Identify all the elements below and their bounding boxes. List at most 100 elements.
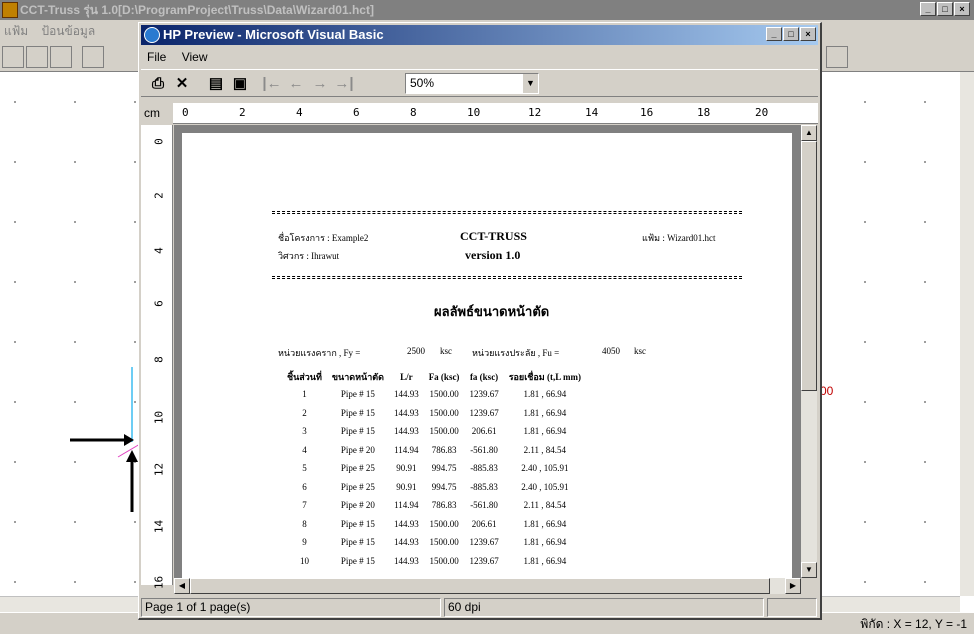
last-page-icon[interactable]: →| (333, 73, 355, 95)
divider (272, 211, 742, 214)
table-cell: 1.81 , 66.94 (523, 555, 567, 566)
page-status: Page 1 of 1 page(s) (141, 598, 441, 617)
table-cell: -885.83 (470, 463, 498, 474)
table-cell: 1239.67 (469, 537, 499, 548)
canvas-red-label: 00 (820, 384, 834, 398)
prev-page-icon[interactable]: ← (285, 73, 307, 95)
table-row: 4 Pipe # 20 114.94 786.83 -561.80 2.11 , 84.5… (282, 441, 586, 460)
section-title: ผลลัพธ์ขนาดหน้าตัด (434, 304, 550, 319)
menu-file[interactable]: แฟ้ม (4, 24, 28, 38)
save-icon[interactable] (50, 46, 72, 68)
ruler-top-tick: 10 (467, 106, 481, 119)
fy-value: 2500 (407, 346, 425, 356)
table-cell: Pipe # 15 (340, 537, 375, 548)
table-cell: -561.80 (470, 444, 498, 455)
printer-icon[interactable]: ⎙ (147, 73, 169, 95)
results-body: 1 Pipe # 15 144.93 1500.00 1239.67 1.81 , 66.… (282, 385, 586, 570)
ruler-top-tick: 4 (296, 106, 303, 119)
report-icon[interactable] (826, 46, 848, 68)
truss-tool-icon[interactable] (82, 46, 104, 68)
properties-icon[interactable]: ▤ (205, 73, 227, 95)
preview-vertical-scrollbar[interactable]: ▲ ▼ (801, 125, 817, 578)
scroll-thumb[interactable] (801, 141, 817, 391)
report-page: ชื่อโครงการ : Example2 CCT-TRUSS แฟ้ม : … (182, 133, 792, 578)
table-cell: Pipe # 15 (340, 389, 375, 400)
main-vertical-scrollbar[interactable] (960, 72, 974, 596)
table-cell: 1500.00 (429, 518, 459, 529)
table-cell: 3 (302, 426, 307, 437)
preview-window: HP Preview - Microsoft Visual Basic _ □ … (138, 22, 822, 620)
save-icon[interactable]: ▣ (229, 73, 251, 95)
preview-viewport[interactable]: ชื่อโครงการ : Example2 CCT-TRUSS แฟ้ม : … (174, 125, 801, 578)
minimize-button[interactable]: _ (920, 2, 936, 16)
preview-minimize-button[interactable]: _ (766, 27, 782, 41)
preview-close-button[interactable]: × (800, 27, 816, 41)
table-header-row: ชิ้นส่วนที่ ขนาดหน้าตัด L/r Fa (ksc) fa … (282, 369, 586, 385)
scroll-down-icon[interactable]: ▼ (801, 562, 817, 578)
table-cell: 144.93 (393, 537, 419, 548)
table-cell: 2 (302, 407, 307, 418)
table-cell: 10 (299, 555, 309, 566)
preview-status-bar: Page 1 of 1 page(s) 60 dpi (141, 597, 818, 617)
table-cell: 8 (302, 518, 307, 529)
column-header: Fa (ksc) (428, 372, 460, 382)
ruler-left-tick: 14 (152, 519, 166, 534)
table-cell: Pipe # 20 (340, 500, 375, 511)
table-cell: 1.81 , 66.94 (523, 537, 567, 548)
close-button[interactable]: × (954, 2, 970, 16)
zoom-select[interactable]: 50% ▼ (405, 73, 539, 94)
table-cell: 994.75 (431, 463, 457, 474)
preview-horizontal-scrollbar[interactable]: ◀ ▶ (174, 578, 801, 594)
table-cell: 1.81 , 66.94 (523, 407, 567, 418)
ruler-top-tick: 14 (585, 106, 599, 119)
menu-view[interactable]: View (182, 50, 208, 64)
new-file-icon[interactable] (2, 46, 24, 68)
first-page-icon[interactable]: |← (261, 73, 283, 95)
divider (272, 276, 742, 279)
menu-file[interactable]: File (147, 50, 166, 64)
table-row: 9 Pipe # 15 144.93 1500.00 1239.67 1.81 , 66.… (282, 533, 586, 552)
table-cell: 786.83 (431, 500, 457, 511)
close-icon[interactable]: ✕ (171, 73, 193, 95)
column-header: รอยเชื่อม (t,L mm) (508, 372, 581, 382)
column-header: fa (ksc) (469, 372, 499, 382)
open-folder-icon[interactable] (26, 46, 48, 68)
table-cell: 1500.00 (429, 426, 459, 437)
menu-input[interactable]: ป้อนข้อมูล (41, 24, 95, 38)
ruler-left-tick: 8 (152, 356, 166, 363)
table-cell: -885.83 (470, 481, 498, 492)
table-cell: 1239.67 (469, 555, 499, 566)
ruler-top-tick: 6 (353, 106, 360, 119)
table-cell: 9 (302, 537, 307, 548)
table-cell: 114.94 (394, 500, 419, 511)
table-cell: 1500.00 (429, 555, 459, 566)
table-cell: 144.93 (393, 555, 419, 566)
table-cell: 2.11 , 84.54 (523, 500, 567, 511)
table-cell: 90.91 (396, 481, 417, 492)
preview-maximize-button[interactable]: □ (783, 27, 799, 41)
chevron-down-icon[interactable]: ▼ (522, 74, 538, 93)
table-cell: Pipe # 15 (340, 407, 375, 418)
table-cell: 2.40 , 105.91 (521, 481, 569, 492)
table-cell: Pipe # 25 (340, 481, 375, 492)
table-cell: 1239.67 (469, 389, 499, 400)
table-row: 1 Pipe # 15 144.93 1500.00 1239.67 1.81 , 66.… (282, 385, 586, 404)
fy-label: หน่วยแรงคราก , Fy = (278, 348, 361, 358)
next-page-icon[interactable]: → (309, 73, 331, 95)
scroll-up-icon[interactable]: ▲ (801, 125, 817, 141)
column-header: L/r (400, 372, 413, 382)
table-cell: 206.61 (471, 518, 497, 529)
scroll-right-icon[interactable]: ▶ (785, 578, 801, 594)
scroll-thumb[interactable] (190, 578, 770, 594)
table-cell: 1239.67 (469, 407, 499, 418)
scroll-left-icon[interactable]: ◀ (174, 578, 190, 594)
ruler-left-tick: 10 (152, 410, 166, 425)
status-empty-panel (767, 598, 817, 617)
ruler-left-tick: 16 (152, 575, 166, 590)
table-row: 10 Pipe # 15 144.93 1500.00 1239.67 1.81 , 66… (282, 552, 586, 571)
ruler-top: cm 0 2 4 6 8 10 12 14 16 18 20 (141, 103, 818, 124)
table-cell: 2.40 , 105.91 (521, 463, 569, 474)
maximize-button[interactable]: □ (937, 2, 953, 16)
table-cell: 1500.00 (429, 537, 459, 548)
table-row: 3 Pipe # 15 144.93 1500.00 206.61 1.81 , 66.9… (282, 422, 586, 441)
